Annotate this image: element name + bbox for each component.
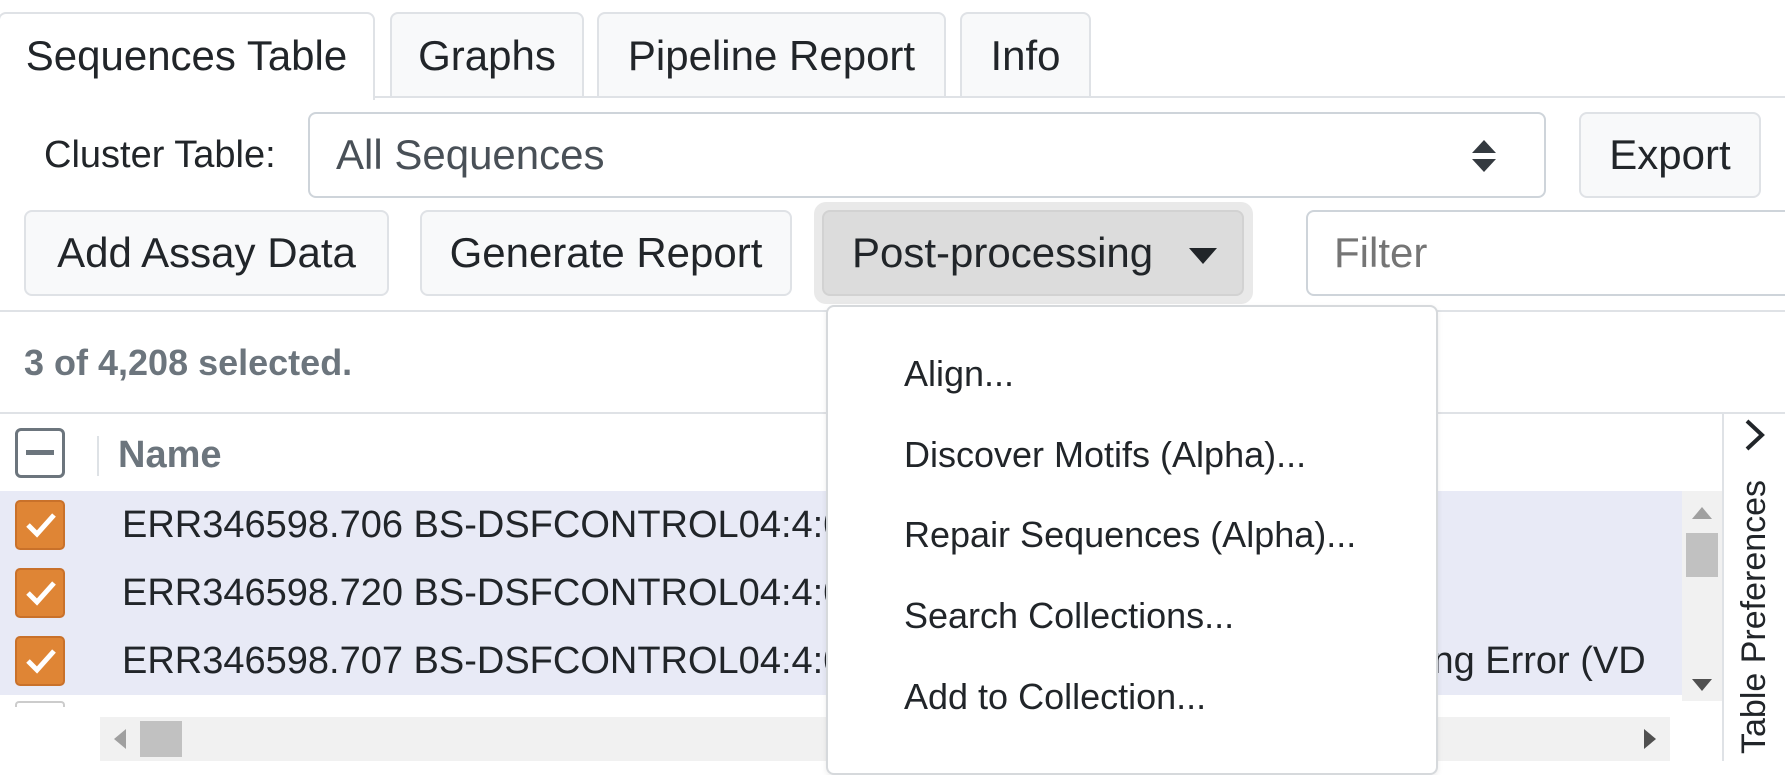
checkmark-icon	[26, 649, 56, 674]
row-trailing-cell: cing Error (VD	[1405, 640, 1646, 682]
tab-info[interactable]: Info	[960, 12, 1091, 98]
row-checkbox[interactable]	[15, 500, 65, 550]
horizontal-scroll-thumb[interactable]	[140, 721, 182, 757]
minus-icon	[26, 450, 54, 455]
selection-status: 3 of 4,208 selected.	[24, 342, 353, 383]
scroll-down-arrow-icon[interactable]	[1692, 679, 1712, 691]
cluster-table-select[interactable]: All Sequences	[308, 112, 1546, 198]
row-checkbox[interactable]	[15, 636, 65, 686]
menu-item-discover-motifs[interactable]: Discover Motifs (Alpha)...	[904, 430, 1306, 480]
scroll-left-arrow-icon[interactable]	[114, 729, 126, 749]
post-processing-dropdown-button[interactable]: Post-processing	[822, 210, 1244, 296]
tab-pipeline-report[interactable]: Pipeline Report	[597, 12, 946, 98]
table-preferences-label: Table Preferences	[1735, 479, 1773, 754]
vertical-scroll-thumb[interactable]	[1686, 533, 1718, 577]
select-all-checkbox[interactable]	[15, 428, 65, 478]
partial-row-checkbox	[15, 701, 65, 707]
generate-report-button[interactable]: Generate Report	[420, 210, 792, 296]
menu-item-search-collections[interactable]: Search Collections...	[904, 591, 1234, 641]
export-button[interactable]: Export	[1579, 112, 1761, 198]
tab-bar-baseline	[375, 96, 1785, 98]
caret-down-icon	[1189, 248, 1217, 264]
cluster-table-label: Cluster Table:	[44, 134, 276, 176]
scroll-up-arrow-icon[interactable]	[1692, 507, 1712, 519]
checkmark-icon	[26, 513, 56, 538]
menu-item-repair-sequences[interactable]: Repair Sequences (Alpha)...	[904, 510, 1356, 560]
header-divider	[97, 436, 99, 476]
cluster-table-selected-value: All Sequences	[336, 131, 605, 178]
add-assay-data-button[interactable]: Add Assay Data	[24, 210, 389, 296]
row-name-cell: ERR346598.720 BS-DSFCONTROL04:4:00	[122, 572, 866, 614]
table-preferences-panel[interactable]: Table Preferences	[1722, 414, 1785, 761]
vertical-scrollbar[interactable]	[1682, 491, 1722, 701]
post-processing-label: Post-processing	[852, 229, 1154, 276]
scroll-right-arrow-icon[interactable]	[1644, 729, 1656, 749]
tab-graphs[interactable]: Graphs	[390, 12, 584, 98]
tab-sequences-table[interactable]: Sequences Table	[0, 12, 375, 100]
checkmark-icon	[26, 581, 56, 606]
row-name-cell: ERR346598.706 BS-DSFCONTROL04:4:00	[122, 504, 866, 546]
select-updown-icon	[1472, 140, 1496, 172]
post-processing-menu: Align... Discover Motifs (Alpha)... Repa…	[826, 305, 1438, 775]
menu-item-add-to-collection[interactable]: Add to Collection...	[904, 672, 1206, 722]
row-checkbox[interactable]	[15, 568, 65, 618]
row-name-cell: ERR346598.707 BS-DSFCONTROL04:4:00	[122, 640, 866, 682]
filter-input[interactable]	[1306, 210, 1785, 296]
menu-item-align[interactable]: Align...	[904, 349, 1014, 399]
column-header-name[interactable]: Name	[118, 430, 222, 480]
